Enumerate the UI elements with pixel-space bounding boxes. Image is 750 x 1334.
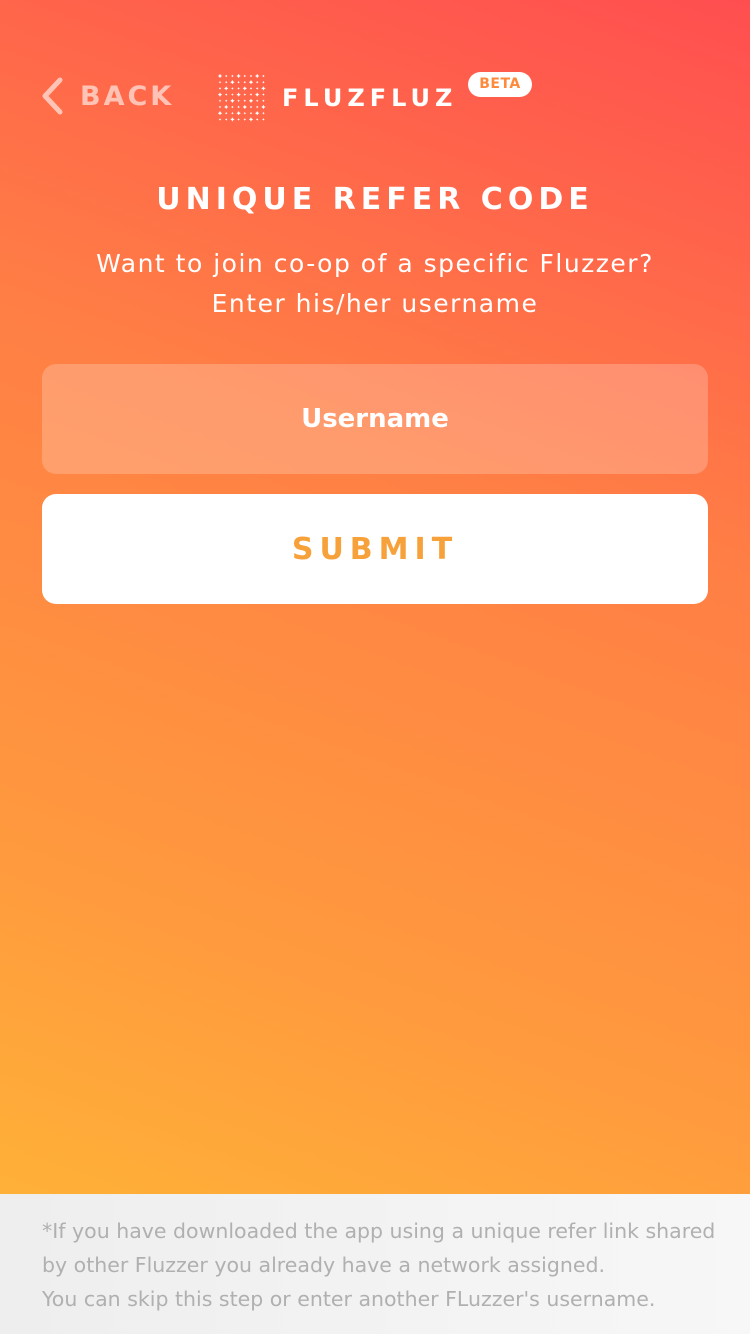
logo-star [249, 87, 253, 90]
logo-star [218, 118, 222, 121]
logo-star [224, 111, 228, 115]
logo-star [249, 74, 253, 78]
logo-star [231, 93, 234, 96]
fluzfluz-logo-icon [217, 73, 266, 122]
logo-wordmark: FLUZFLUZ [282, 84, 458, 112]
logo-star [255, 87, 259, 90]
logo-star [224, 86, 229, 91]
logo-star [237, 99, 240, 103]
page-subtitle: Want to join co-op of a specific Fluzzer… [0, 244, 750, 324]
logo-star [224, 80, 228, 84]
logo-star [217, 92, 223, 97]
username-input[interactable] [42, 364, 708, 474]
back-button[interactable]: BACK [40, 74, 174, 118]
logo-star [249, 93, 253, 96]
logo-star [224, 118, 228, 121]
logo-star [248, 80, 254, 85]
logo-star [249, 111, 253, 115]
logo-star [236, 73, 241, 79]
logo-star [255, 99, 259, 103]
logo-star [261, 86, 266, 91]
logo-star [231, 105, 234, 109]
app-logo: FLUZFLUZ [216, 72, 457, 124]
logo-star [236, 92, 241, 97]
logo-star [261, 104, 266, 110]
footer-note: *If you have downloaded the app using a … [42, 1214, 722, 1316]
logo-star [217, 111, 223, 116]
logo-star [248, 117, 254, 122]
logo-star [255, 111, 260, 116]
logo-star [237, 80, 240, 84]
logo-star [255, 92, 260, 97]
subtitle-line: Want to join co-op of a specific Fluzzer… [96, 249, 654, 278]
logo-star [243, 99, 247, 103]
back-label: BACK [80, 80, 175, 112]
logo-star [230, 117, 235, 122]
logo-star [217, 73, 223, 79]
chevron-left-icon [42, 77, 63, 115]
subtitle-line: Enter his/her username [211, 289, 539, 318]
logo-star [243, 93, 247, 96]
logo-star [243, 74, 247, 78]
footer-note-line: *If you have downloaded the app using a … [42, 1219, 716, 1243]
refer-code-screen: BACK FLUZFLUZ BETA UNIQUE REFER CODE Wan… [0, 0, 750, 1334]
logo-star [255, 118, 259, 121]
footer-note-line: by other Fluzzer you already have a netw… [42, 1253, 606, 1277]
logo-star [237, 118, 240, 121]
logo-star [231, 111, 234, 115]
logo-star [242, 86, 247, 91]
logo-star [231, 87, 234, 90]
logo-star [237, 87, 240, 90]
submit-button[interactable]: SUBMIT [42, 494, 708, 604]
footer-note-line: You can skip this step or enter another … [42, 1287, 656, 1311]
logo-star [231, 74, 234, 78]
logo-star [262, 74, 265, 78]
logo-star [262, 80, 265, 84]
logo-star [249, 105, 253, 109]
logo-star [224, 74, 228, 78]
logo-star [262, 99, 265, 103]
logo-star [236, 111, 241, 116]
logo-star [224, 104, 229, 110]
logo-star [248, 98, 254, 103]
logo-star [262, 118, 265, 121]
logo-star [224, 93, 228, 96]
logo-star [242, 104, 247, 110]
page-title: UNIQUE REFER CODE [156, 182, 594, 217]
logo-star [218, 80, 222, 84]
logo-star [243, 118, 247, 121]
logo-star [262, 93, 265, 96]
logo-star [218, 105, 222, 109]
logo-star [237, 105, 240, 109]
footer-note-panel: *If you have downloaded the app using a … [0, 1194, 750, 1334]
logo-star [243, 111, 247, 115]
logo-star [224, 99, 228, 103]
logo-star [230, 98, 235, 103]
logo-star [255, 73, 260, 79]
logo-star [243, 80, 247, 84]
logo-star [218, 99, 222, 103]
logo-star [255, 105, 259, 109]
logo-star [230, 80, 235, 85]
logo-star [255, 80, 259, 84]
beta-badge: BETA [468, 72, 532, 97]
logo-star [218, 87, 222, 90]
logo-star [262, 111, 265, 115]
